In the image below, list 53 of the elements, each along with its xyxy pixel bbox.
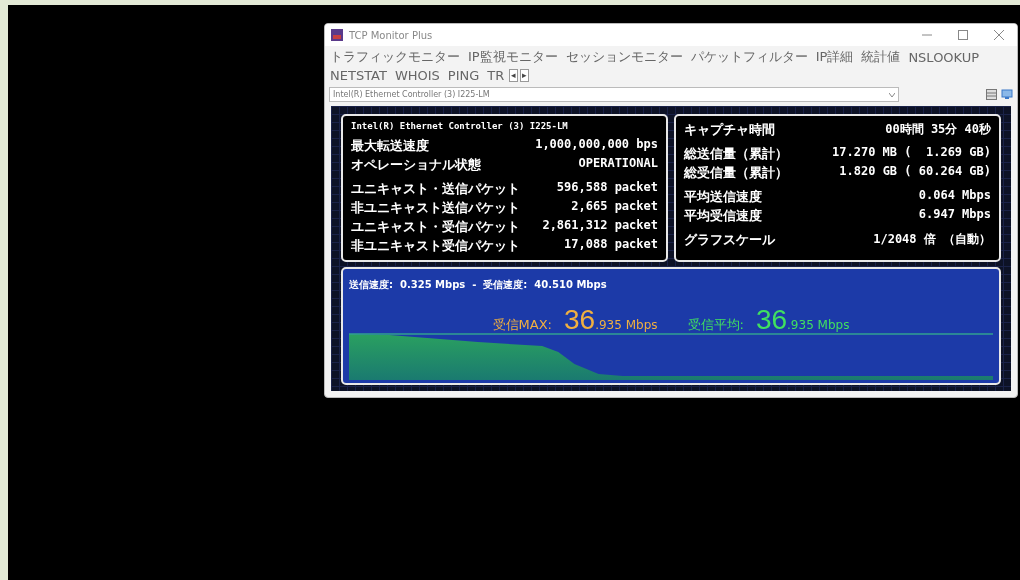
maximize-icon[interactable]	[958, 30, 968, 40]
scroll-button[interactable]: ▸	[520, 69, 530, 82]
menu-tab[interactable]: NSLOOKUP	[905, 48, 983, 66]
stat-label: ユニキャスト・送信パケット	[351, 180, 521, 198]
stat-value: 00時間 35分 40秒	[884, 121, 991, 138]
stat-label: キャプチャ時間	[684, 121, 776, 139]
stat-value: OPERATIONAL	[577, 156, 658, 172]
close-icon[interactable]	[994, 30, 1004, 40]
menu-tab[interactable]: TR	[484, 67, 508, 84]
menu-tab[interactable]: セッションモニター	[562, 47, 686, 67]
stat-value: 1.820 GB ( 60.264 GB)	[838, 164, 991, 180]
stat-value: 6.947 Mbps	[917, 207, 991, 223]
stat-value: 1/2048 倍 （自動）	[872, 231, 991, 248]
stat-label: 非ユニキャスト受信パケット	[351, 237, 521, 255]
stat-label: 総送信量（累計）	[684, 145, 789, 163]
menu-tab[interactable]: パケットフィルター	[687, 47, 811, 67]
stat-value: 2,665 packet	[570, 199, 658, 215]
readout-label: 受信平均:	[687, 316, 744, 334]
chevron-icon	[889, 92, 895, 97]
readout-value: 36	[563, 306, 596, 334]
readout-label: 受信MAX:	[492, 316, 552, 334]
stat-label: グラフスケール	[684, 231, 776, 249]
stat-label: 非ユニキャスト送信パケット	[351, 199, 521, 217]
menu-tab[interactable]: 統計値	[858, 47, 904, 67]
stat-value: 17.270 MB ( 1.269 GB)	[831, 145, 991, 161]
stat-value: 17,088 packet	[563, 237, 658, 253]
menu-tab[interactable]: トラフィックモニター	[327, 47, 463, 67]
stat-value: 596,588 packet	[555, 180, 658, 196]
stat-label: 総受信量（累計）	[684, 164, 789, 182]
readout-value: 36	[755, 306, 788, 334]
menu-tab[interactable]: IP詳細	[812, 47, 857, 67]
app-icon	[331, 29, 343, 41]
stat-value: 2,861,312 packet	[541, 218, 658, 234]
scroll-button[interactable]: ◂	[509, 69, 519, 82]
menu-tab[interactable]: NETSTAT	[327, 67, 390, 84]
stat-label: ユニキャスト・受信パケット	[351, 218, 521, 236]
stat-label: 平均受信速度	[684, 207, 763, 225]
network-button[interactable]	[1001, 89, 1013, 100]
stat-value: 1,000,000,000 bps	[534, 137, 658, 153]
stat-label: 最大転送速度	[351, 137, 430, 155]
adapter-dropdown[interactable]: Intel(R) Ethernet Controller (3) I225-LM	[329, 87, 899, 102]
adapter-name: Intel(R) Ethernet Controller (3) I225-LM	[351, 121, 569, 131]
menu-tab[interactable]: PING	[444, 67, 483, 84]
readout-unit: .935 Mbps	[787, 318, 850, 332]
speed-readout: 送信速度: 0.325 Mbps - 受信速度: 40.510 Mbps	[349, 278, 607, 292]
stat-label: 平均送信速度	[684, 188, 763, 206]
window-title: TCP Monitor Plus	[349, 29, 434, 41]
menu-tab[interactable]: IP監視モニター	[465, 47, 561, 67]
stat-label: オペレーショナル状態	[351, 156, 482, 174]
stat-value: 0.064 Mbps	[917, 188, 991, 204]
menu-tab[interactable]: WHOIS	[391, 67, 443, 84]
readout-unit: .935 Mbps	[595, 318, 658, 332]
grid-button[interactable]	[986, 89, 997, 100]
